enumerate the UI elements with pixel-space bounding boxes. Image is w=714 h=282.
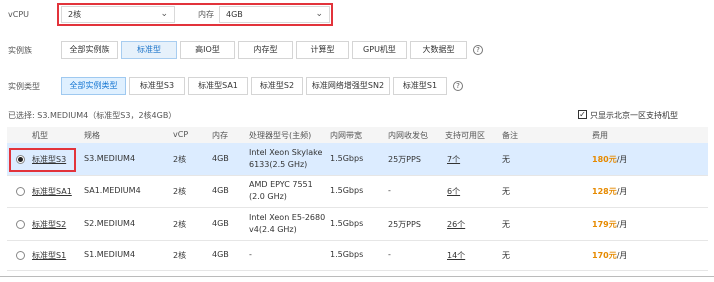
price-unit: /月 (616, 187, 628, 196)
spec-cell: S1.MEDIUM4 (84, 250, 136, 259)
type-label: 实例类型 (8, 82, 40, 91)
col-model: 机型 (32, 131, 48, 140)
family-option-standard[interactable]: 标准型 (121, 41, 177, 59)
cpu-cell-line1: - (249, 250, 252, 259)
price-unit: /月 (616, 220, 628, 229)
price-value: 179元 (592, 220, 617, 229)
cpu-cell-line1: AMD EPYC 7551 (249, 180, 313, 189)
price-value: 180元 (592, 155, 617, 164)
selected-summary: 已选择: S3.MEDIUM4（标准型S3，2核4GB） (8, 111, 177, 120)
note-cell: 无 (502, 251, 510, 260)
family-option-highio[interactable]: 高IO型 (180, 41, 235, 59)
price-cell: 170元/月 (592, 250, 627, 261)
type-option-s1[interactable]: 标准型S1 (393, 77, 447, 95)
type-option-s2[interactable]: 标准型S2 (251, 77, 303, 95)
bandwidth-cell: 1.5Gbps (330, 219, 364, 228)
spec-cell: S3.MEDIUM4 (84, 154, 136, 163)
row-radio[interactable] (16, 187, 25, 196)
chevron-down-icon: ⌄ (160, 9, 168, 19)
table-row[interactable]: 标准型S2 S2.MEDIUM4 2核 4GB Intel Xeon E5-26… (7, 208, 708, 241)
bandwidth-cell: 1.5Gbps (330, 186, 364, 195)
price-cell: 128元/月 (592, 186, 627, 197)
model-link[interactable]: 标准型S1 (32, 250, 66, 261)
bandwidth-cell: 1.5Gbps (330, 154, 364, 163)
col-price: 费用 (592, 131, 608, 140)
price-cell: 180元/月 (592, 154, 627, 165)
pps-cell: - (388, 186, 391, 195)
col-zones: 支持可用区 (445, 131, 485, 140)
vcpu-label: vCPU (8, 10, 29, 19)
col-note: 备注 (502, 131, 518, 140)
vcpu-cell: 2核 (173, 187, 187, 196)
col-spec: 规格 (84, 131, 100, 140)
mem-select[interactable]: 4GB ⌄ (219, 6, 330, 23)
cpu-select-value: 2核 (68, 10, 82, 19)
cpu-cell-line2: (2.0 GHz) (249, 192, 287, 201)
cpu-cell-line2: 6133(2.5 GHz) (249, 160, 308, 169)
mem-cell: 4GB (212, 250, 229, 259)
col-pps: 内网收发包 (388, 131, 428, 140)
selected-row-highlight-frame (9, 148, 76, 172)
pps-cell: - (388, 250, 391, 259)
family-option-all[interactable]: 全部实例族 (61, 41, 118, 59)
type-option-all[interactable]: 全部实例类型 (61, 77, 126, 95)
help-icon[interactable]: ? (473, 45, 483, 55)
note-cell: 无 (502, 220, 510, 229)
model-link[interactable]: 标准型S2 (32, 219, 66, 230)
cpu-cell-line2: v4(2.4 GHz) (249, 225, 297, 234)
vcpu-cell: 2核 (173, 220, 187, 229)
spec-cell: SA1.MEDIUM4 (84, 186, 141, 195)
col-cpu: 处理器型号(主频) (249, 131, 312, 140)
row-radio[interactable] (16, 220, 25, 229)
col-vcpu: vCP (173, 130, 189, 139)
cpu-cell-line1: Intel Xeon E5-2680 (249, 213, 326, 222)
divider (0, 276, 714, 277)
mem-cell: 4GB (212, 154, 229, 163)
spec-cell: S2.MEDIUM4 (84, 219, 136, 228)
price-value: 128元 (592, 187, 617, 196)
zones-link[interactable]: 6个 (447, 186, 460, 197)
mem-select-value: 4GB (226, 10, 243, 19)
row-radio[interactable] (16, 251, 25, 260)
note-cell: 无 (502, 187, 510, 196)
vcpu-cell: 2核 (173, 251, 187, 260)
col-bandwidth: 内网带宽 (330, 131, 362, 140)
pps-cell: 25万PPS (388, 155, 421, 164)
mem-label: 内存 (198, 10, 214, 19)
vcpu-cell: 2核 (173, 155, 187, 164)
family-option-bigdata[interactable]: 大数据型 (410, 41, 467, 59)
filter-checkbox[interactable]: ✓ (578, 110, 587, 119)
table-row[interactable]: 标准型SA1 SA1.MEDIUM4 2核 4GB AMD EPYC 7551 … (7, 176, 708, 208)
zones-link[interactable]: 14个 (447, 250, 465, 261)
bandwidth-cell: 1.5Gbps (330, 250, 364, 259)
cpu-select[interactable]: 2核 ⌄ (61, 6, 175, 23)
zones-link[interactable]: 26个 (447, 219, 465, 230)
filter-checkbox-label: 只显示北京一区支持机型 (590, 111, 678, 120)
zones-link[interactable]: 7个 (447, 154, 460, 165)
chevron-down-icon: ⌄ (315, 9, 323, 19)
help-icon[interactable]: ? (453, 81, 463, 91)
price-unit: /月 (616, 251, 628, 260)
table-row[interactable]: 标准型S1 S1.MEDIUM4 2核 4GB - 1.5Gbps - 14个 … (7, 241, 708, 271)
cpu-cell-line1: Intel Xeon Skylake (249, 148, 323, 157)
table-row[interactable]: 标准型S3 S3.MEDIUM4 2核 4GB Intel Xeon Skyla… (7, 143, 708, 176)
note-cell: 无 (502, 155, 510, 164)
family-option-gpu[interactable]: GPU机型 (352, 41, 407, 59)
price-cell: 179元/月 (592, 219, 627, 230)
family-option-compute[interactable]: 计算型 (296, 41, 349, 59)
model-link[interactable]: 标准型SA1 (32, 186, 72, 197)
table-header: 机型 规格 vCP 内存 处理器型号(主频) 内网带宽 内网收发包 支持可用区 … (7, 127, 708, 143)
mem-cell: 4GB (212, 186, 229, 195)
family-option-memory[interactable]: 内存型 (238, 41, 293, 59)
type-option-sn2[interactable]: 标准网络增强型SN2 (306, 77, 390, 95)
family-label: 实例族 (8, 46, 32, 55)
col-mem: 内存 (212, 131, 228, 140)
type-option-sa1[interactable]: 标准型SA1 (188, 77, 248, 95)
price-value: 170元 (592, 251, 617, 260)
pps-cell: 25万PPS (388, 220, 421, 229)
price-unit: /月 (616, 155, 628, 164)
mem-cell: 4GB (212, 219, 229, 228)
type-option-s3[interactable]: 标准型S3 (129, 77, 185, 95)
